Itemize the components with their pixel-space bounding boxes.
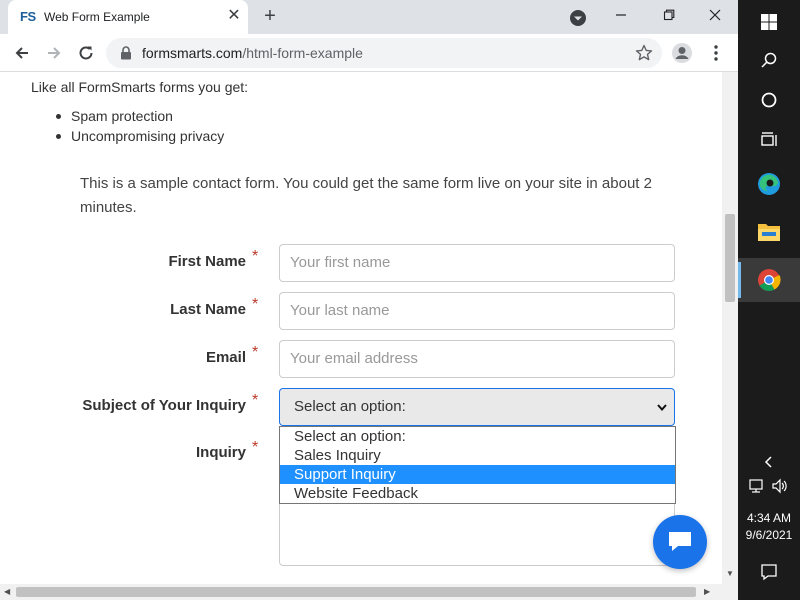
- horizontal-scrollbar-thumb[interactable]: [16, 587, 696, 597]
- last-name-input[interactable]: Your last name: [279, 292, 675, 330]
- form-description: This is a sample contact form. You could…: [80, 175, 652, 216]
- feature-item: Spam protection: [53, 108, 224, 128]
- tab-web-form-example[interactable]: FS Web Form Example ✕: [8, 0, 248, 34]
- kebab-menu-icon: [714, 45, 718, 61]
- subject-select[interactable]: Select an option:: [279, 388, 675, 426]
- back-button[interactable]: [8, 39, 36, 67]
- tab-strip: FS Web Form Example ✕ +: [0, 0, 738, 34]
- window-restore-button[interactable]: [646, 0, 692, 30]
- required-asterisk: *: [252, 296, 259, 313]
- task-view-button[interactable]: [738, 118, 800, 162]
- dropdown-option[interactable]: Select an option:: [280, 427, 675, 446]
- subject-label: Subject of Your Inquiry: [82, 397, 246, 414]
- feature-item: Uncompromising privacy: [53, 128, 224, 148]
- subject-dropdown-list: Select an option: Sales Inquiry Support …: [279, 426, 676, 504]
- edge-taskbar-button[interactable]: [738, 162, 800, 206]
- volume-icon[interactable]: [771, 478, 789, 494]
- horizontal-scrollbar[interactable]: ◀ ▶: [0, 584, 738, 600]
- first-name-input[interactable]: Your first name: [279, 244, 675, 282]
- email-label: Email: [205, 349, 246, 366]
- tab-title: Web Form Example: [44, 10, 150, 24]
- browser-window: FS Web Form Example ✕ + formsmarts.com/h…: [0, 0, 738, 600]
- reload-button[interactable]: [72, 39, 100, 67]
- forward-button[interactable]: [40, 39, 68, 67]
- chat-button[interactable]: [653, 515, 707, 569]
- media-control-icon[interactable]: [568, 8, 588, 28]
- file-explorer-taskbar-button[interactable]: [738, 210, 800, 254]
- clock-date[interactable]: 9/6/2021: [738, 528, 800, 542]
- required-asterisk: *: [252, 248, 259, 265]
- chrome-taskbar-button[interactable]: [738, 258, 800, 302]
- browser-toolbar: formsmarts.com/html-form-example: [0, 34, 738, 72]
- window-minimize-button[interactable]: [598, 0, 644, 30]
- scroll-right-arrow-icon[interactable]: ▶: [704, 587, 710, 596]
- page-viewport: Like all FormSmarts forms you get: Spam …: [0, 72, 722, 584]
- required-asterisk: *: [252, 392, 259, 409]
- dropdown-option[interactable]: Website Feedback: [280, 484, 675, 503]
- features-list: Spam protection Uncompromising privacy: [53, 108, 224, 148]
- address-bar[interactable]: formsmarts.com/html-form-example: [106, 38, 662, 68]
- notification-icon: [761, 564, 777, 581]
- folder-icon: [758, 224, 780, 241]
- windows-logo-icon: [761, 14, 777, 30]
- chrome-icon: [758, 269, 781, 291]
- network-icon[interactable]: [749, 478, 767, 494]
- window-close-button[interactable]: [692, 0, 738, 30]
- taskbar-search-button[interactable]: [738, 38, 800, 82]
- first-name-label: First Name: [168, 253, 246, 270]
- lock-icon[interactable]: [118, 45, 134, 61]
- dropdown-option-highlighted[interactable]: Support Inquiry: [280, 465, 675, 484]
- chevron-down-icon: [657, 404, 667, 412]
- scroll-down-arrow-icon[interactable]: ▼: [726, 569, 734, 578]
- email-input[interactable]: Your email address: [279, 340, 675, 378]
- url-text[interactable]: formsmarts.com/html-form-example: [142, 45, 363, 61]
- edge-icon: [758, 173, 780, 195]
- scroll-left-arrow-icon[interactable]: ◀: [4, 587, 10, 596]
- dropdown-option[interactable]: Sales Inquiry: [280, 446, 675, 465]
- subject-select-value: Select an option:: [294, 398, 406, 415]
- vertical-scrollbar[interactable]: ▼: [722, 72, 738, 584]
- cortana-button[interactable]: [738, 78, 800, 122]
- last-name-label: Last Name: [170, 301, 246, 318]
- arrow-right-icon: [48, 47, 61, 59]
- url-host: formsmarts.com: [142, 45, 243, 61]
- arrow-left-icon: [15, 47, 28, 59]
- tab-close-icon[interactable]: ✕: [225, 7, 243, 25]
- task-view-icon: [761, 132, 777, 146]
- inquiry-label: Inquiry: [195, 444, 246, 461]
- required-asterisk: *: [252, 344, 259, 361]
- cortana-circle-icon: [761, 92, 777, 108]
- bookmark-star-icon[interactable]: [634, 43, 654, 63]
- intro-text: Like all FormSmarts forms you get:: [31, 79, 249, 95]
- reload-icon: [79, 46, 93, 60]
- profile-avatar-icon[interactable]: [670, 41, 694, 65]
- search-icon: [761, 52, 777, 68]
- formsmarts-favicon-icon: FS: [20, 9, 36, 24]
- new-tab-button[interactable]: +: [258, 5, 282, 29]
- vertical-scrollbar-thumb[interactable]: [725, 214, 735, 302]
- required-asterisk: *: [252, 439, 259, 456]
- action-center-button[interactable]: [738, 550, 800, 594]
- browser-menu-button[interactable]: [704, 41, 728, 65]
- tray-icons: [738, 466, 800, 506]
- chat-bubble-icon: [669, 532, 691, 551]
- url-path: /html-form-example: [242, 45, 363, 61]
- windows-taskbar: 4:34 AM 9/6/2021: [738, 0, 800, 600]
- clock-time[interactable]: 4:34 AM: [738, 511, 800, 525]
